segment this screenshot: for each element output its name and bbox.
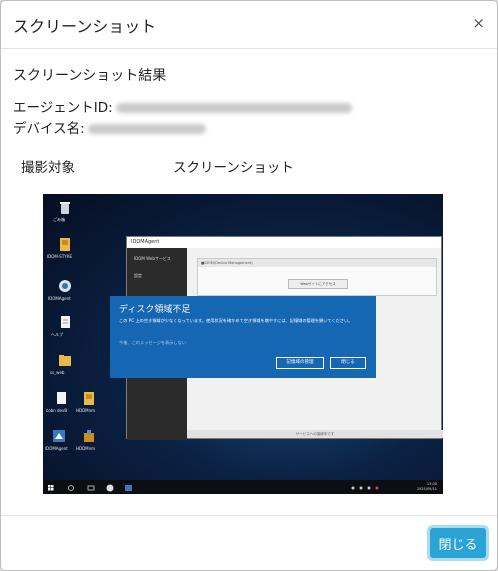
clock-date: 2025/09/11	[416, 486, 437, 491]
dialog-dont-show: 今後、このメッセージを表示しない	[119, 340, 186, 345]
agent-app-icon	[51, 428, 67, 444]
device-name-redacted	[87, 124, 206, 134]
desktop-label: ごみ箱	[53, 217, 65, 222]
panel-access-button: Webサイトにアクセス	[288, 279, 348, 289]
taskbar-clock: 13:00 2025/09/11	[417, 482, 437, 491]
device-name-row: デバイス名:	[13, 117, 206, 137]
desktop-label: ヘルプ	[51, 332, 63, 337]
footer-divider	[1, 515, 497, 516]
document-icon	[57, 314, 73, 330]
desktop-label: IDOMAgent	[45, 446, 68, 451]
desktop-label: HDDMnm	[76, 408, 96, 413]
folder-icon	[57, 236, 73, 252]
agent-id-row: エージェントID:	[13, 96, 352, 116]
folder-icon	[81, 390, 97, 406]
agent-app-icon	[57, 278, 73, 294]
desktop-label: HDDMnm	[76, 446, 96, 451]
dialog-close-button: 閉じる	[330, 357, 366, 369]
target-value: スクリーンショット	[173, 160, 294, 176]
file-icon	[53, 390, 69, 406]
desktop-label: IDOMAgent	[48, 296, 71, 301]
dialog-manage-button: 記憶域の管理	[276, 357, 324, 369]
disk-space-dialog: ディスク領域不足 この PC 上の空き領域が少なくなっています。使用状況を確かめ…	[110, 296, 376, 378]
target-label: 撮影対象	[21, 160, 75, 176]
taskbar-icons	[48, 484, 379, 492]
close-icon[interactable]: ×	[472, 15, 485, 31]
desktop-label: cobn devB	[46, 408, 68, 413]
sidebar-item-web: IDOM Webサービス	[134, 256, 171, 261]
screenshot-modal: スクリーンショット × スクリーンショット結果 エージェントID: デバイス名:…	[0, 0, 498, 571]
screenshot-image: ごみ箱 IDOM-STYRE IDOMAgent ヘルプ ss_web cobn…	[43, 194, 443, 494]
desktop-label: IDOM-STYRE	[47, 254, 73, 259]
dialog-message: この PC 上の空き領域が少なくなっています。使用状況を確かめて空き領域を増やす…	[119, 318, 353, 323]
close-button[interactable]: 閉じる	[430, 528, 486, 558]
agent-id-redacted	[115, 103, 352, 113]
agent-panel: ■IDOM(Device Management) Webサイトにアクセス	[197, 258, 437, 296]
recycle-bin-icon	[57, 200, 73, 216]
section-title: スクリーンショット結果	[13, 68, 167, 84]
taskbar: 13:00 2025/09/11	[43, 480, 443, 494]
modal-title: スクリーンショット	[13, 17, 157, 36]
agent-status: サービスへの接続中です	[187, 430, 443, 438]
sidebar-item-settings: 設定	[134, 273, 142, 278]
desktop-label: ss_web	[50, 370, 65, 375]
folder-icon	[57, 352, 73, 368]
dialog-title: ディスク領域不足	[119, 305, 191, 315]
tools-icon	[81, 428, 97, 444]
panel-header: ■IDOM(Device Management)	[198, 259, 436, 267]
agent-window-title: IDOMAgent	[127, 237, 441, 248]
modal-header: スクリーンショット ×	[1, 1, 497, 49]
device-name-label: デバイス名:	[13, 121, 85, 137]
agent-id-label: エージェントID:	[13, 100, 113, 116]
